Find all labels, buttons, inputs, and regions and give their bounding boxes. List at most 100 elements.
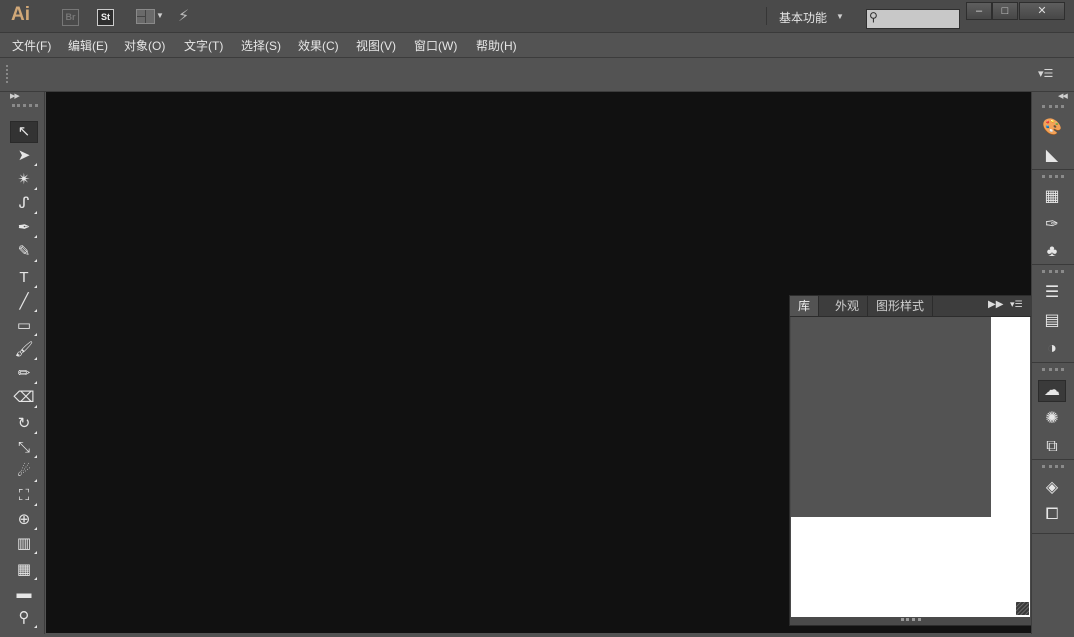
menu-edit[interactable]: 编辑(E) xyxy=(68,37,108,54)
workspace-switcher[interactable]: 基本功能 xyxy=(779,9,827,26)
drag-handle[interactable] xyxy=(1042,105,1064,111)
tab-appearance[interactable]: 外观 xyxy=(827,296,869,316)
divider xyxy=(1032,362,1074,363)
paintbrush-tool-icon[interactable]: 🖌 xyxy=(10,339,38,361)
layers-icon[interactable]: ◈ xyxy=(1038,477,1066,499)
arrange-documents-icon[interactable] xyxy=(136,9,155,24)
stock-button[interactable]: St xyxy=(97,9,114,26)
chevron-down-icon[interactable]: ▼ xyxy=(836,12,844,21)
drag-handle[interactable] xyxy=(1042,175,1064,181)
tool-group-indicator xyxy=(34,259,37,262)
divider xyxy=(1032,459,1074,460)
graphic-styles-icon[interactable]: ⧉ xyxy=(1038,436,1066,458)
menu-object[interactable]: 对象(O) xyxy=(124,37,165,54)
divider xyxy=(766,7,767,25)
panel-menu-icon[interactable]: ▾☰ xyxy=(1038,67,1053,80)
rotate-tool-icon[interactable]: ↻ xyxy=(10,413,38,435)
resize-handle[interactable] xyxy=(901,618,921,624)
mesh-tool-icon[interactable]: ▦ xyxy=(10,559,38,581)
eraser-tool-icon[interactable]: ⌫ xyxy=(10,387,38,409)
resize-corner-icon[interactable] xyxy=(1016,602,1029,615)
sync-settings-icon[interactable]: ⚡ xyxy=(178,6,189,26)
drag-handle[interactable] xyxy=(1042,368,1064,374)
gradient-icon[interactable]: ▤ xyxy=(1038,310,1066,332)
direct-selection-tool-icon[interactable]: ➤ xyxy=(10,145,38,167)
tab-libraries[interactable]: 库 xyxy=(790,296,820,316)
tool-group-indicator xyxy=(34,431,37,434)
tool-group-indicator xyxy=(34,309,37,312)
drag-handle[interactable] xyxy=(12,104,38,110)
divider xyxy=(1032,533,1074,534)
warp-tool-icon[interactable]: ☄ xyxy=(10,461,38,483)
color-palette-icon[interactable]: 🎨 xyxy=(1038,117,1066,139)
shape-builder-tool-icon[interactable]: ⊕ xyxy=(10,509,38,531)
menu-select[interactable]: 选择(S) xyxy=(241,37,281,54)
search-icon: ⚲ xyxy=(869,10,878,24)
chevron-down-icon[interactable]: ▼ xyxy=(156,11,164,20)
control-bar: ▾☰ xyxy=(0,57,1074,92)
scale-tool-icon[interactable]: ⤡ xyxy=(10,437,38,459)
menu-window[interactable]: 窗口(W) xyxy=(414,37,457,54)
tools-panel: ▶▶ ↖ ➤ ✴ ᔑ ✒ ✎ T ╱ ▭ 🖌 ✏ ⌫ ↻ ⤡ ☄ ⛶ ⊕ ▥ ▦ ▬ ⚲ xyxy=(6,92,45,634)
curvature-tool-icon[interactable]: ✎ xyxy=(10,241,38,263)
maximize-button[interactable]: □ xyxy=(992,2,1018,20)
appearance-icon[interactable]: ✺ xyxy=(1038,408,1066,430)
drag-handle[interactable] xyxy=(6,65,11,83)
tool-group-indicator xyxy=(34,381,37,384)
divider xyxy=(1032,264,1074,265)
free-transform-tool-icon[interactable]: ⛶ xyxy=(10,485,38,507)
app-logo: Ai xyxy=(11,4,30,25)
symbols-icon[interactable]: ♣ xyxy=(1038,241,1066,263)
magic-wand-tool-icon[interactable]: ✴ xyxy=(10,169,38,191)
panel-menu-icon[interactable]: ▾☰ xyxy=(1010,299,1023,310)
color-guide-icon[interactable]: ◣ xyxy=(1038,145,1066,167)
pen-tool-icon[interactable]: ✒ xyxy=(10,217,38,239)
menu-effect[interactable]: 效果(C) xyxy=(298,37,339,54)
gradient-tool-icon[interactable]: ▬ xyxy=(10,583,38,605)
expand-toolbar-icon[interactable]: ▶▶ xyxy=(10,92,20,100)
menu-view[interactable]: 视图(V) xyxy=(356,37,396,54)
search-input[interactable] xyxy=(866,9,960,29)
expand-panel-icon[interactable]: ▶▶ xyxy=(988,299,1003,310)
selection-tool-icon[interactable]: ↖ xyxy=(10,121,38,143)
line-tool-icon[interactable]: ╱ xyxy=(10,291,38,313)
tool-group-indicator xyxy=(34,333,37,336)
tab-graphic-styles[interactable]: 图形样式 xyxy=(868,296,934,316)
lasso-tool-icon[interactable]: ᔑ xyxy=(10,193,38,215)
eyedropper-tool-icon[interactable]: ⚲ xyxy=(10,607,38,629)
collapse-dock-icon[interactable]: ◀◀ xyxy=(1058,92,1068,100)
tool-group-indicator xyxy=(34,625,37,628)
tool-group-indicator xyxy=(34,577,37,580)
menu-help[interactable]: 帮助(H) xyxy=(476,37,517,54)
panel-dock: ◀◀ 🎨 ◣ ▦ ✑ ♣ ☰ ▤ ◑ ☁ ✺ ⧉ ◈ ⧠ xyxy=(1031,92,1074,634)
drag-handle[interactable] xyxy=(1042,465,1064,471)
creative-cloud-libraries-icon[interactable]: ☁ xyxy=(1038,380,1066,402)
close-button[interactable]: ✕ xyxy=(1019,2,1065,20)
menu-file[interactable]: 文件(F) xyxy=(12,37,51,54)
type-tool-icon[interactable]: T xyxy=(10,267,38,289)
menu-type[interactable]: 文字(T) xyxy=(184,37,223,54)
tool-group-indicator xyxy=(34,455,37,458)
tool-group-indicator xyxy=(34,211,37,214)
stroke-icon[interactable]: ☰ xyxy=(1038,282,1066,304)
pencil-tool-icon[interactable]: ✏ xyxy=(10,363,38,385)
drag-handle[interactable] xyxy=(1042,270,1064,276)
rectangle-tool-icon[interactable]: ▭ xyxy=(10,315,38,337)
transparency-icon[interactable]: ◑ xyxy=(1038,338,1066,360)
tool-group-indicator xyxy=(34,551,37,554)
tool-group-indicator xyxy=(34,527,37,530)
bridge-button[interactable]: Br xyxy=(62,9,79,26)
libraries-panel: 库 外观 图形样式 ▶▶ ▾☰ xyxy=(789,295,1032,626)
panel-content xyxy=(791,317,1030,617)
divider xyxy=(1032,169,1074,170)
graph-tool-icon[interactable]: ▥ xyxy=(10,533,38,555)
brushes-icon[interactable]: ✑ xyxy=(1038,214,1066,236)
tool-group-indicator xyxy=(34,479,37,482)
minimize-button[interactable]: ‒ xyxy=(966,2,992,20)
swatches-icon[interactable]: ▦ xyxy=(1038,186,1066,208)
tool-group-indicator xyxy=(34,405,37,408)
library-preview xyxy=(791,317,991,517)
panel-footer xyxy=(791,617,1030,624)
tool-group-indicator xyxy=(34,235,37,238)
artboards-icon[interactable]: ⧠ xyxy=(1038,504,1066,526)
